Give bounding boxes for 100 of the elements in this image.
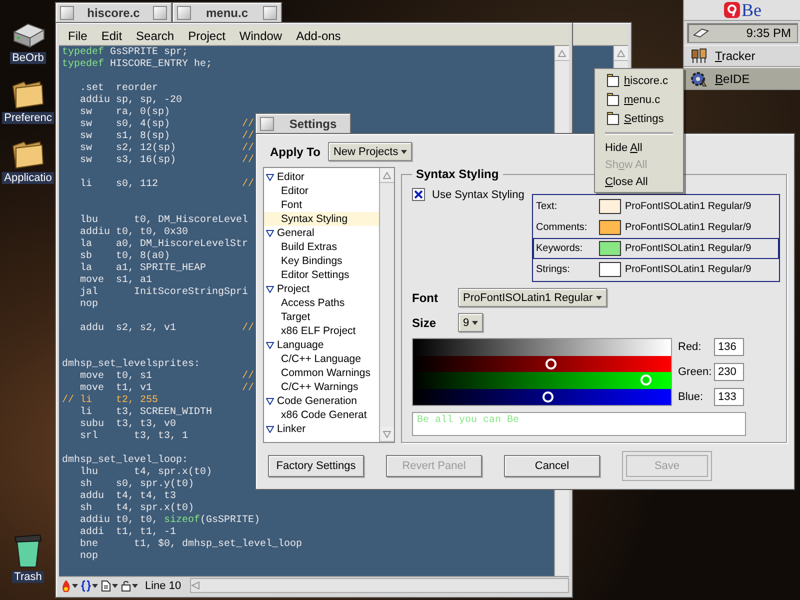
window-tab[interactable]: hiscore.c (55, 2, 172, 22)
code-line: la a1, SPRITE_HEAP (79, 263, 206, 275)
code-line: bne t1, $0, dmhsp_set_level_loop (79, 539, 302, 551)
style-row[interactable]: Text: ProFontISOLatin1 Regular/9 (533, 196, 779, 217)
tree-item-label: Editor (277, 171, 304, 183)
code-line: sb t0, 8(a0) (79, 251, 170, 262)
code-line: la a0, DM_HiscoreLevelStr (79, 239, 248, 250)
tree-item[interactable]: General (264, 226, 379, 240)
deskbar-app-item[interactable]: Tracker (684, 44, 800, 68)
desktop-icon-label[interactable]: Preferenc (2, 112, 54, 124)
channel-value-field[interactable]: 136 (714, 338, 744, 356)
check-mark-icon (414, 190, 423, 199)
tree-item-label: Project (277, 283, 310, 295)
trash-can-icon (13, 533, 43, 569)
expand-triangle-icon[interactable] (266, 286, 274, 292)
close-box[interactable] (177, 6, 191, 20)
style-row[interactable]: Comments: ProFontISOLatin1 Regular/9 (533, 217, 779, 238)
checkbox[interactable] (412, 188, 425, 201)
zoom-box[interactable] (153, 6, 167, 20)
code-line: move s1, a1 (79, 275, 152, 286)
tree-item[interactable]: Code Generation (264, 394, 379, 408)
tree-item[interactable]: Syntax Styling (264, 212, 379, 226)
menu-item[interactable]: Settings (595, 109, 683, 128)
menu-item[interactable]: Hide All (595, 139, 683, 156)
tree-item[interactable]: Key Bindings (264, 254, 379, 268)
window-tab[interactable]: Settings (255, 113, 351, 133)
tree-item[interactable]: Editor Settings (264, 268, 379, 282)
tree-item[interactable]: Editor (264, 184, 379, 198)
slider-handle[interactable] (542, 391, 554, 402)
dialog-button[interactable]: Factory Settings (268, 455, 364, 477)
code-line: sh s0, spr.y(t0) (79, 479, 194, 490)
close-box[interactable] (60, 6, 74, 20)
color-picker[interactable] (412, 338, 672, 406)
tree-item[interactable]: Font (264, 198, 379, 212)
expand-triangle-icon[interactable] (266, 398, 274, 404)
tree-item[interactable]: Project (264, 282, 379, 296)
channel-label: Green: (678, 366, 713, 378)
be-menu-button[interactable]: Be (684, 0, 800, 21)
tree-item[interactable]: Language (264, 338, 379, 352)
style-label: Keywords: (536, 243, 584, 254)
font-dropdown[interactable]: ProFontISOLatin1 Regular (458, 288, 607, 307)
clock-label: 9:35 PM (746, 26, 791, 40)
expand-triangle-icon[interactable] (266, 342, 274, 348)
popup-button[interactable] (81, 580, 98, 592)
app-label: BeIDE (715, 72, 750, 86)
menu-title[interactable]: Window (234, 28, 292, 42)
slider-handle[interactable] (640, 374, 652, 386)
tree-item[interactable]: C/C++ Language (264, 352, 379, 366)
menu-title[interactable]: File (63, 28, 96, 42)
menu-item[interactable]: Close All (595, 173, 683, 190)
code-line: typedef HISCORE_ENTRY he; (62, 59, 212, 71)
caret-icon (401, 150, 408, 154)
tree-item[interactable]: x86 ELF Project (264, 324, 379, 338)
horizontal-scrollbar[interactable] (190, 578, 569, 593)
style-row[interactable]: Keywords: ProFontISOLatin1 Regular/9 (533, 238, 779, 259)
slider-handle[interactable] (545, 358, 556, 370)
zoom-box[interactable] (263, 6, 277, 20)
code-line: dmhsp_set_level_loop: (62, 455, 188, 466)
menu-item[interactable]: hiscore.c (595, 71, 683, 90)
tree-item[interactable]: Target (264, 310, 379, 324)
expand-triangle-icon[interactable] (266, 174, 274, 180)
menu-title[interactable]: Edit (96, 28, 132, 42)
close-box[interactable] (260, 116, 274, 130)
caret-icon (596, 296, 602, 300)
size-dropdown[interactable]: 9 (458, 313, 484, 332)
document-icon (101, 580, 111, 592)
tree-item-label: Language (277, 339, 324, 351)
window-tab[interactable]: menu.c (172, 2, 282, 22)
expand-triangle-icon[interactable] (266, 426, 274, 432)
tree-item[interactable]: Linker (264, 422, 379, 436)
popup-button[interactable] (61, 580, 78, 592)
popup-button[interactable] (101, 580, 118, 592)
desktop-icon-label[interactable]: BeOrb (10, 52, 46, 64)
style-label: Text: (536, 201, 558, 212)
menu-title[interactable]: Project (183, 28, 234, 42)
popup-button[interactable] (121, 580, 138, 592)
channel-value-field[interactable]: 133 (714, 388, 744, 406)
panel-title: Syntax Styling (415, 167, 500, 181)
menu-title[interactable]: Add-ons (291, 28, 350, 42)
dialog-button[interactable]: Cancel (504, 455, 600, 477)
code-line: sw s1, 8(sp) // (79, 131, 254, 142)
style-row[interactable]: Strings: ProFontISOLatin1 Regular/9 (533, 259, 779, 280)
tree-item[interactable]: x86 Code Generat (264, 408, 379, 422)
menu-item[interactable]: menu.c (595, 90, 683, 109)
desktop-icon-label[interactable]: Applicatio (2, 172, 54, 184)
be-logo-icon (724, 2, 740, 18)
expand-triangle-icon[interactable] (266, 230, 274, 236)
tree-item[interactable]: Common Warnings (264, 366, 379, 380)
tree-item[interactable]: Access Paths (264, 296, 379, 310)
desktop-icon-label[interactable]: Trash (12, 571, 44, 583)
tree-item[interactable]: Build Extras (264, 240, 379, 254)
menu-item-label: hiscore.c (624, 74, 668, 86)
code-line: sw s3, 16(sp) // (79, 155, 254, 167)
tree-item[interactable]: Editor (264, 170, 379, 184)
deskbar-app-item[interactable]: BeIDE (684, 67, 800, 90)
tree-item[interactable]: C/C++ Warnings (264, 380, 379, 394)
menu-title[interactable]: Search (131, 28, 184, 42)
apply-to-dropdown[interactable]: New Projects (328, 142, 412, 161)
apply-to-label: Apply To (270, 144, 320, 158)
channel-value-field[interactable]: 230 (714, 362, 744, 381)
